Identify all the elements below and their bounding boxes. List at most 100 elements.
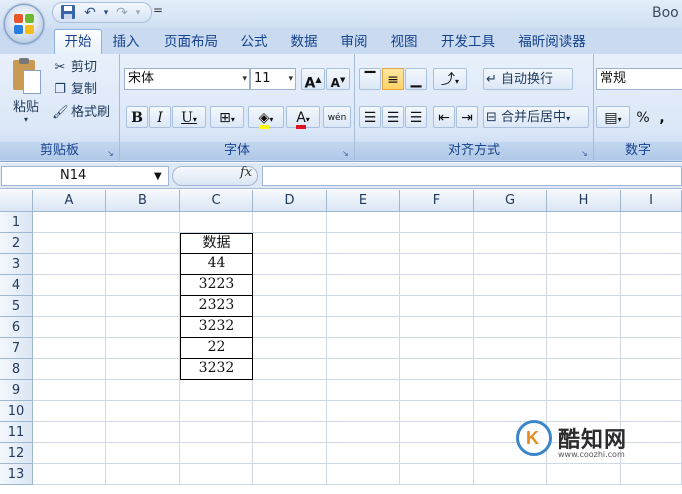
chevron-down-icon[interactable]: ▼: [154, 168, 162, 186]
tab-data[interactable]: 数据: [282, 30, 326, 54]
accounting-format-button[interactable]: ▤▾: [596, 106, 630, 128]
cell-d2[interactable]: [253, 233, 327, 254]
cell-g7[interactable]: [474, 338, 547, 359]
column-header-i[interactable]: I: [621, 190, 682, 212]
cell-i5[interactable]: [621, 296, 682, 317]
cell-h5[interactable]: [547, 296, 621, 317]
column-header-e[interactable]: E: [327, 190, 400, 212]
cell-a4[interactable]: [33, 275, 106, 296]
cell-c13[interactable]: [180, 464, 253, 485]
row-header-5[interactable]: 5: [0, 296, 33, 317]
column-header-a[interactable]: A: [33, 190, 106, 212]
cell-e3[interactable]: [327, 254, 400, 275]
cell-d12[interactable]: [253, 443, 327, 464]
cell-c1[interactable]: [180, 212, 253, 233]
cell-f1[interactable]: [400, 212, 474, 233]
cell-d13[interactable]: [253, 464, 327, 485]
cell-b12[interactable]: [106, 443, 180, 464]
alignment-launcher-icon[interactable]: ↘: [581, 149, 590, 158]
cell-g3[interactable]: [474, 254, 547, 275]
row-header-2[interactable]: 2: [0, 233, 33, 254]
align-middle-button[interactable]: ≡: [382, 68, 404, 90]
cell-d10[interactable]: [253, 401, 327, 422]
cell-d9[interactable]: [253, 380, 327, 401]
cell-f3[interactable]: [400, 254, 474, 275]
align-top-button[interactable]: ▔: [359, 68, 381, 90]
column-header-h[interactable]: H: [547, 190, 621, 212]
row-header-11[interactable]: 11: [0, 422, 33, 443]
cell-d7[interactable]: [253, 338, 327, 359]
cell-b7[interactable]: [106, 338, 180, 359]
cell-b11[interactable]: [106, 422, 180, 443]
borders-button[interactable]: ⊞▾: [210, 106, 244, 128]
cell-c11[interactable]: [180, 422, 253, 443]
redo-dropdown-icon[interactable]: ▾: [129, 4, 147, 22]
cell-a11[interactable]: [33, 422, 106, 443]
data-cell-c5[interactable]: 2323: [180, 295, 253, 317]
font-name-combo[interactable]: 宋体 ▾: [124, 68, 250, 90]
column-header-b[interactable]: B: [106, 190, 180, 212]
cell-d6[interactable]: [253, 317, 327, 338]
data-cell-c3[interactable]: 44: [180, 253, 253, 275]
cell-g2[interactable]: [474, 233, 547, 254]
row-header-8[interactable]: 8: [0, 359, 33, 380]
cell-e8[interactable]: [327, 359, 400, 380]
bold-button[interactable]: B: [126, 106, 148, 128]
merge-center-button[interactable]: ⊟ 合并后居中▾: [483, 106, 589, 128]
cell-h8[interactable]: [547, 359, 621, 380]
cell-e9[interactable]: [327, 380, 400, 401]
cell-h13[interactable]: [547, 464, 621, 485]
number-format-combo[interactable]: 常规: [596, 68, 682, 90]
cell-a5[interactable]: [33, 296, 106, 317]
cell-a2[interactable]: [33, 233, 106, 254]
cell-e5[interactable]: [327, 296, 400, 317]
row-header-13[interactable]: 13: [0, 464, 33, 485]
paste-button[interactable]: 粘贴 ▾: [6, 58, 46, 132]
cell-e10[interactable]: [327, 401, 400, 422]
cell-i9[interactable]: [621, 380, 682, 401]
tab-insert[interactable]: 插入: [104, 30, 148, 54]
cell-a12[interactable]: [33, 443, 106, 464]
cell-b2[interactable]: [106, 233, 180, 254]
cell-a1[interactable]: [33, 212, 106, 233]
cell-b3[interactable]: [106, 254, 180, 275]
cell-h6[interactable]: [547, 317, 621, 338]
cell-i7[interactable]: [621, 338, 682, 359]
column-header-d[interactable]: D: [253, 190, 327, 212]
cell-g13[interactable]: [474, 464, 547, 485]
row-header-9[interactable]: 9: [0, 380, 33, 401]
tab-foxit-reader[interactable]: 福昕阅读器: [510, 30, 594, 54]
font-launcher-icon[interactable]: ↘: [342, 149, 351, 158]
data-cell-c8[interactable]: 3232: [180, 358, 253, 380]
cell-e12[interactable]: [327, 443, 400, 464]
row-header-1[interactable]: 1: [0, 212, 33, 233]
formula-input[interactable]: [262, 166, 682, 186]
cell-h2[interactable]: [547, 233, 621, 254]
cell-a13[interactable]: [33, 464, 106, 485]
cell-g9[interactable]: [474, 380, 547, 401]
tab-page-layout[interactable]: 页面布局: [156, 30, 226, 54]
row-header-4[interactable]: 4: [0, 275, 33, 296]
cell-i13[interactable]: [621, 464, 682, 485]
cell-b9[interactable]: [106, 380, 180, 401]
column-header-c[interactable]: C: [180, 190, 253, 212]
cell-i6[interactable]: [621, 317, 682, 338]
cell-a10[interactable]: [33, 401, 106, 422]
cell-b4[interactable]: [106, 275, 180, 296]
cell-d1[interactable]: [253, 212, 327, 233]
cell-g4[interactable]: [474, 275, 547, 296]
row-header-7[interactable]: 7: [0, 338, 33, 359]
grow-font-button[interactable]: A▲: [301, 68, 325, 92]
cell-i2[interactable]: [621, 233, 682, 254]
customize-qat-button[interactable]: =: [153, 3, 163, 17]
row-header-3[interactable]: 3: [0, 254, 33, 275]
name-box[interactable]: N14 ▼: [1, 166, 169, 186]
increase-indent-button[interactable]: ⇥: [456, 106, 478, 128]
comma-style-button[interactable]: ,: [654, 106, 670, 128]
cell-e11[interactable]: [327, 422, 400, 443]
cell-e6[interactable]: [327, 317, 400, 338]
cell-b6[interactable]: [106, 317, 180, 338]
cell-f8[interactable]: [400, 359, 474, 380]
align-left-button[interactable]: ☰: [359, 106, 381, 128]
cell-f6[interactable]: [400, 317, 474, 338]
